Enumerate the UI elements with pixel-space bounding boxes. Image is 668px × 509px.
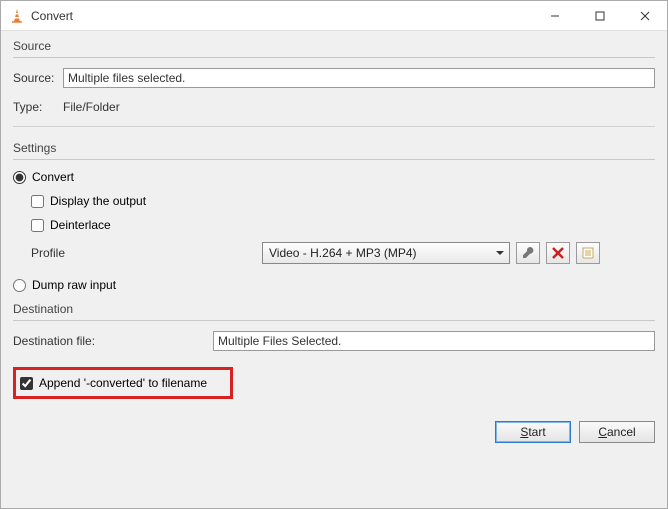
append-converted-row[interactable]: Append '-converted' to filename [20, 376, 222, 390]
profile-select-value: Video - H.264 + MP3 (MP4) [269, 246, 417, 260]
display-output-checkbox[interactable] [31, 195, 44, 208]
window-title: Convert [31, 9, 73, 23]
wrench-icon [521, 246, 535, 260]
settings-group: Settings Convert Display the output Dein… [13, 141, 655, 292]
delete-x-icon [551, 246, 565, 260]
start-button[interactable]: Start [495, 421, 571, 443]
deinterlace-checkbox[interactable] [31, 219, 44, 232]
divider [13, 57, 655, 58]
destination-file-input[interactable] [213, 331, 655, 351]
convert-radio-row[interactable]: Convert [13, 170, 655, 184]
convert-radio-label: Convert [32, 170, 74, 184]
new-profile-icon [581, 246, 595, 260]
annotation-highlight: Append '-converted' to filename [13, 367, 233, 399]
maximize-button[interactable] [577, 1, 622, 31]
destination-file-label: Destination file: [13, 334, 213, 348]
settings-group-label: Settings [13, 141, 655, 157]
delete-profile-button[interactable] [546, 242, 570, 264]
dump-raw-radio[interactable] [13, 279, 26, 292]
profile-label: Profile [31, 246, 256, 260]
append-converted-label: Append '-converted' to filename [39, 376, 207, 390]
dump-raw-row[interactable]: Dump raw input [13, 278, 655, 292]
close-button[interactable] [622, 1, 667, 31]
source-group-label: Source [13, 39, 655, 55]
divider [13, 320, 655, 321]
new-profile-button[interactable] [576, 242, 600, 264]
dump-raw-label: Dump raw input [32, 278, 116, 292]
append-converted-checkbox[interactable] [20, 377, 33, 390]
deinterlace-row[interactable]: Deinterlace [31, 218, 655, 232]
display-output-label: Display the output [50, 194, 146, 208]
destination-group-label: Destination [13, 302, 655, 318]
source-label: Source: [13, 71, 63, 85]
edit-profile-button[interactable] [516, 242, 540, 264]
destination-group: Destination Destination file: Append '-c… [13, 302, 655, 399]
divider [13, 126, 655, 127]
type-value: File/Folder [63, 100, 120, 114]
source-group: Source Source: Type: File/Folder [13, 39, 655, 127]
display-output-row[interactable]: Display the output [31, 194, 655, 208]
titlebar: Convert [1, 1, 667, 31]
minimize-button[interactable] [532, 1, 577, 31]
deinterlace-label: Deinterlace [50, 218, 111, 232]
source-input[interactable] [63, 68, 655, 88]
cancel-button[interactable]: Cancel [579, 421, 655, 443]
dialog-footer: Start Cancel [1, 419, 667, 451]
divider [13, 159, 655, 160]
profile-select[interactable]: Video - H.264 + MP3 (MP4) [262, 242, 510, 264]
convert-radio[interactable] [13, 171, 26, 184]
vlc-cone-icon [9, 8, 25, 24]
type-label: Type: [13, 100, 63, 114]
